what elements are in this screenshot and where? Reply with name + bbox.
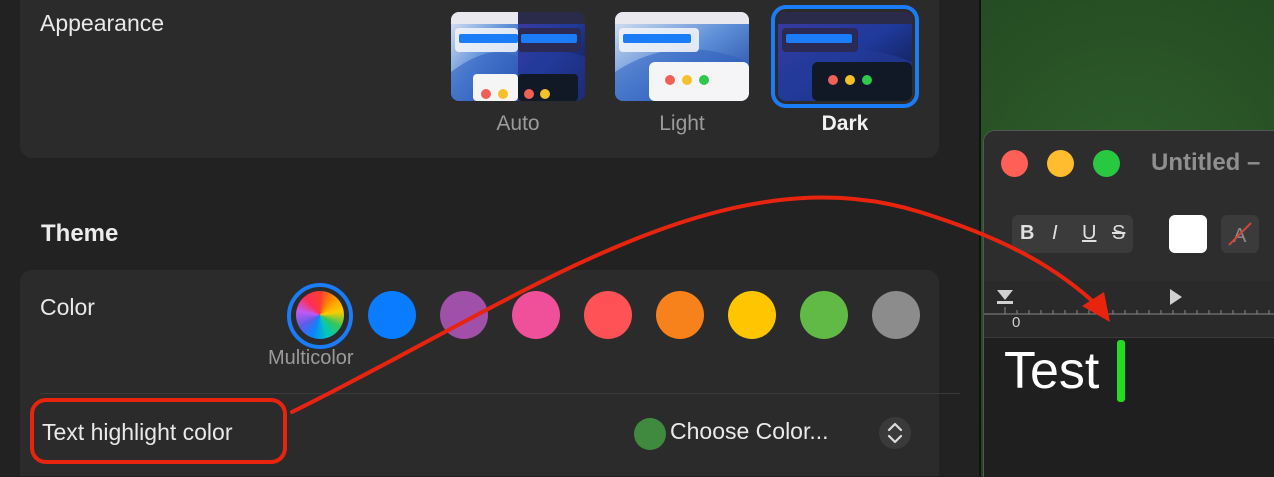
light-thumbnail-image bbox=[615, 12, 749, 101]
minimize-button[interactable] bbox=[1047, 150, 1074, 177]
highlight-color-dot bbox=[634, 418, 666, 450]
highlight-color-popup-button[interactable] bbox=[879, 417, 911, 449]
appearance-light-label: Light bbox=[659, 112, 705, 135]
zoom-button[interactable] bbox=[1093, 150, 1120, 177]
format-toolbar: B I U S A bbox=[984, 193, 1274, 282]
swatch-pink[interactable] bbox=[512, 291, 560, 339]
highlight-color-popup[interactable]: Choose Color... bbox=[670, 418, 829, 445]
appearance-dark-option[interactable] bbox=[771, 5, 919, 108]
swatch-green[interactable] bbox=[800, 291, 848, 339]
swatch-orange[interactable] bbox=[656, 291, 704, 339]
window-title: Untitled – bbox=[1151, 149, 1261, 176]
settings-pane: Appearance Auto Light Dark Theme Color M… bbox=[0, 0, 980, 476]
tab-stop-marker bbox=[1170, 289, 1182, 305]
row-divider bbox=[40, 393, 960, 394]
left-indent-marker bbox=[997, 301, 1013, 304]
appearance-auto-label: Auto bbox=[496, 112, 540, 135]
window-titlebar: Untitled – bbox=[984, 131, 1274, 193]
ruler[interactable]: 0 bbox=[984, 281, 1274, 338]
close-button[interactable] bbox=[1001, 150, 1028, 177]
ruler-zero-label: 0 bbox=[1012, 314, 1021, 331]
swatch-purple[interactable] bbox=[440, 291, 488, 339]
no-highlight-button[interactable]: A bbox=[1221, 215, 1259, 253]
swatch-blue[interactable] bbox=[368, 291, 416, 339]
swatch-multicolor[interactable] bbox=[296, 291, 344, 339]
italic-button[interactable]: I bbox=[1052, 222, 1058, 245]
appearance-label: Appearance bbox=[40, 10, 165, 36]
text-cursor-highlight bbox=[1117, 340, 1125, 402]
swatch-graphite[interactable] bbox=[872, 291, 920, 339]
text-style-group: B I U S bbox=[1012, 215, 1133, 253]
auto-thumbnail-image bbox=[451, 12, 585, 101]
text-highlight-none-icon: A bbox=[1228, 222, 1252, 247]
color-label: Color bbox=[40, 294, 95, 320]
ruler-ticks bbox=[984, 289, 1274, 315]
first-line-indent-marker bbox=[997, 290, 1013, 300]
swatch-red[interactable] bbox=[584, 291, 632, 339]
text-color-well[interactable] bbox=[1169, 215, 1207, 253]
chevron-up-down-icon bbox=[887, 422, 903, 444]
appearance-dark-label: Dark bbox=[821, 112, 869, 135]
appearance-auto-option[interactable] bbox=[451, 12, 585, 101]
theme-section-title: Theme bbox=[41, 220, 119, 247]
appearance-light-option[interactable] bbox=[615, 12, 749, 101]
underline-button[interactable]: U bbox=[1082, 222, 1096, 245]
dark-thumbnail-image bbox=[778, 12, 912, 101]
text-highlight-color-label: Text highlight color bbox=[42, 419, 233, 445]
textedit-window: Untitled – B I U S A 0 Test bbox=[983, 130, 1274, 477]
strikethrough-button[interactable]: S bbox=[1112, 222, 1125, 245]
document-text[interactable]: Test bbox=[1004, 341, 1099, 401]
bold-button[interactable]: B bbox=[1020, 222, 1034, 245]
multicolor-label: Multicolor bbox=[268, 347, 354, 369]
swatch-yellow[interactable] bbox=[728, 291, 776, 339]
